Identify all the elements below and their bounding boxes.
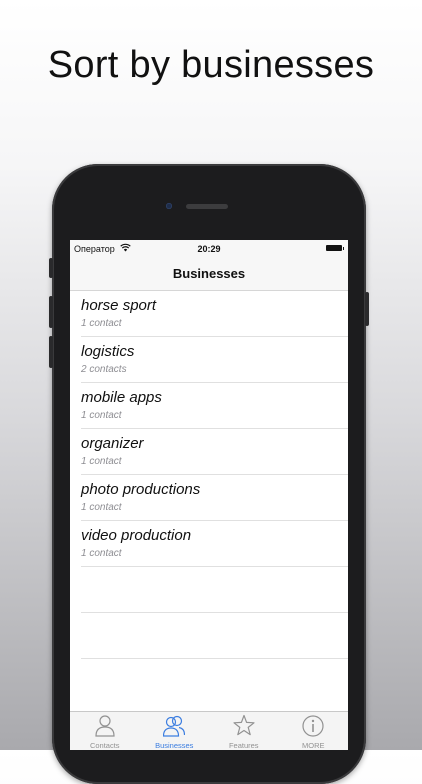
- tab-contacts[interactable]: Contacts: [70, 712, 140, 750]
- volume-down-button: [49, 336, 53, 368]
- tab-bar: Contacts Businesses Features MORE: [70, 711, 348, 750]
- tab-more[interactable]: MORE: [279, 712, 349, 750]
- info-icon: [302, 715, 324, 737]
- business-name: logistics: [81, 343, 135, 360]
- empty-row: [81, 567, 348, 613]
- tab-businesses[interactable]: Businesses: [140, 712, 210, 750]
- mute-switch: [49, 258, 53, 278]
- list-item[interactable]: horse sport 1 contact: [81, 291, 348, 337]
- earpiece-speaker: [186, 204, 228, 209]
- list-item[interactable]: mobile apps 1 contact: [81, 383, 348, 429]
- front-camera: [166, 203, 172, 209]
- person-icon: [95, 715, 115, 737]
- power-button: [365, 292, 369, 326]
- nav-title: Businesses: [70, 258, 348, 291]
- battery-icon: [326, 245, 344, 251]
- business-name: photo productions: [81, 481, 201, 498]
- business-name: video production: [81, 527, 192, 544]
- tab-label: Businesses: [155, 741, 194, 750]
- list-item[interactable]: photo productions 1 contact: [81, 475, 348, 521]
- business-name: organizer: [81, 435, 144, 452]
- tab-features[interactable]: Features: [209, 712, 279, 750]
- tab-label: MORE: [302, 741, 325, 750]
- empty-row: [81, 613, 348, 659]
- star-icon: [233, 714, 255, 736]
- contact-count: 1 contact: [81, 410, 122, 421]
- volume-up-button: [49, 296, 53, 328]
- business-name: mobile apps: [81, 389, 162, 406]
- contact-count: 1 contact: [81, 318, 122, 329]
- contact-count: 1 contact: [81, 456, 122, 467]
- tab-label: Features: [228, 741, 259, 750]
- promo-headline: Sort by businesses: [47, 44, 375, 86]
- phone-screen: Оператор 20:29 Businesses horse sport 1 …: [70, 240, 348, 750]
- business-name: horse sport: [81, 297, 157, 314]
- status-time: 20:29: [197, 244, 221, 254]
- business-list: horse sport 1 contact logistics 2 contac…: [70, 291, 348, 711]
- list-item[interactable]: logistics 2 contacts: [81, 337, 348, 383]
- empty-row: [81, 659, 348, 704]
- contact-count: 1 contact: [81, 548, 122, 559]
- status-bar: Оператор 20:29: [70, 240, 348, 258]
- list-item[interactable]: organizer 1 contact: [81, 429, 348, 475]
- group-icon: [163, 715, 186, 737]
- contact-count: 1 contact: [81, 502, 122, 513]
- list-item[interactable]: video production 1 contact: [81, 521, 348, 567]
- tab-label: Contacts: [89, 741, 120, 750]
- contact-count: 2 contacts: [81, 364, 127, 375]
